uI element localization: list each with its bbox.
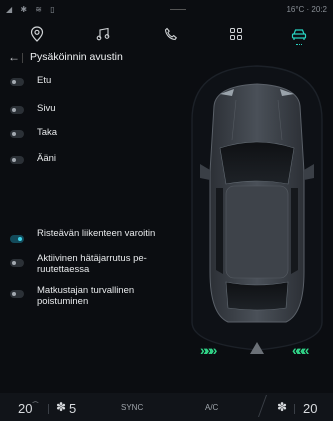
divider xyxy=(48,404,49,414)
toggle-switch[interactable] xyxy=(10,130,24,138)
nav-vehicle[interactable] xyxy=(282,20,316,48)
page-title: Pysäköinnin avustin xyxy=(30,51,123,63)
status-bar: ◢ ✱ ≋ ▯ 16°C · 20:2 xyxy=(0,0,333,20)
status-temp-time: 16°C · 20:2 xyxy=(286,5,327,14)
music-icon xyxy=(96,27,110,41)
toggle-switch[interactable] xyxy=(10,106,24,114)
sync-button[interactable]: SYNC xyxy=(121,403,143,412)
nav-navigation[interactable] xyxy=(20,20,54,48)
right-sensor-arrows: ««« xyxy=(292,342,309,358)
phone-icon xyxy=(164,27,178,41)
toggle-switch[interactable] xyxy=(10,78,24,86)
divider xyxy=(294,404,295,414)
fan-speed[interactable]: 5 xyxy=(69,401,76,416)
apps-grid-icon xyxy=(230,28,242,40)
status-divider xyxy=(170,9,186,10)
nav-apps[interactable] xyxy=(219,20,253,48)
location-pin-icon xyxy=(30,26,44,42)
car-icon xyxy=(291,29,307,40)
right-temp[interactable]: 20 xyxy=(303,401,317,416)
nav-music[interactable] xyxy=(86,20,120,48)
back-arrow-icon[interactable]: ← xyxy=(8,50,20,64)
option-label: Risteävän liikenteen varoitin xyxy=(37,228,156,239)
option-label: Sivu xyxy=(37,103,56,114)
ac-button[interactable]: A/C xyxy=(205,403,218,412)
status-icons: ◢ ✱ ≋ ▯ xyxy=(6,5,58,14)
left-sensor-arrows: »»» xyxy=(200,342,217,358)
nav-phone[interactable] xyxy=(154,20,188,48)
seat-heat-icon[interactable]: ✽ xyxy=(277,400,287,414)
header-divider xyxy=(22,53,26,63)
fan-icon[interactable]: ✽ xyxy=(56,400,66,414)
option-label: Taka xyxy=(37,127,58,138)
left-temp[interactable]: 20 xyxy=(18,401,32,416)
divider xyxy=(257,395,271,417)
toggle-switch[interactable] xyxy=(10,290,24,298)
option-label: Matkustajan turvallinen poistuminen xyxy=(37,285,135,307)
top-nav xyxy=(0,20,333,48)
option-label: Aktiivinen hätäjarrutus pe- ruutettaessa xyxy=(37,253,147,275)
option-label: Etu xyxy=(37,75,52,86)
parking-sensor-view: »»» ««« xyxy=(186,60,328,358)
toggle-switch[interactable] xyxy=(10,156,24,164)
climate-bar: 20 ͡ ✽ 5 SYNC A/C ✽ 20 xyxy=(0,393,333,421)
car-top-view xyxy=(191,65,323,354)
toggle-switch[interactable] xyxy=(10,259,24,267)
option-label: Ääni xyxy=(37,153,57,164)
toggle-switch[interactable] xyxy=(10,235,24,243)
